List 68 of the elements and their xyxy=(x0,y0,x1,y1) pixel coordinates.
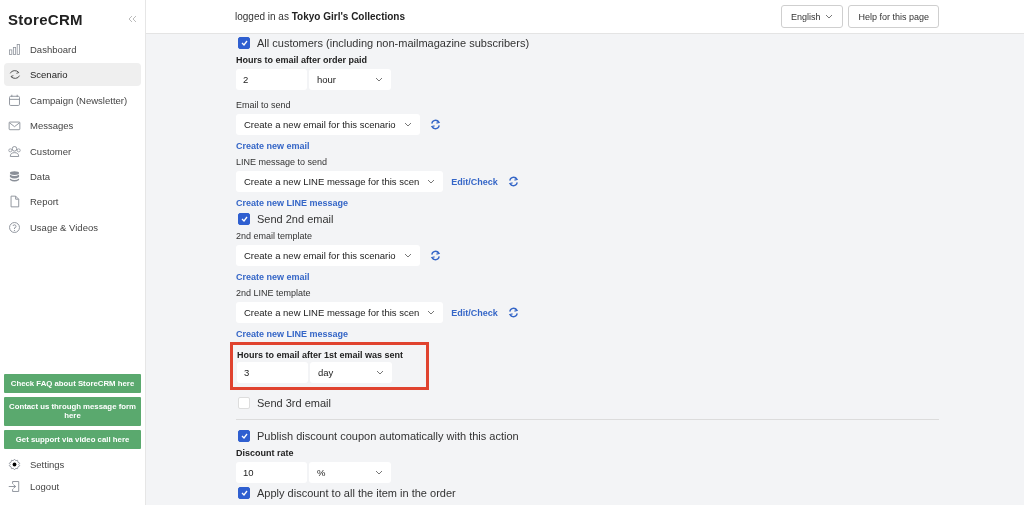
nav-icon xyxy=(8,144,21,158)
unit-select[interactable]: % xyxy=(309,462,391,483)
help-button[interactable]: Help for this page xyxy=(848,5,939,28)
nav-item[interactable]: Data xyxy=(4,164,141,188)
nav-item[interactable]: Campaign (Newsletter) xyxy=(4,88,141,112)
checkbox-label: All customers (including non-mailmagazine subscribers) xyxy=(257,37,530,49)
refresh-icon[interactable] xyxy=(507,307,519,318)
nav-icon xyxy=(8,119,21,133)
nav-icon xyxy=(8,93,21,107)
checkbox[interactable] xyxy=(238,37,250,49)
unit-select[interactable]: hour xyxy=(309,69,391,90)
create-link[interactable]: Create new email xyxy=(236,141,310,151)
edit-check-link[interactable]: Edit/Check xyxy=(451,176,498,187)
field-label: Discount rate xyxy=(236,447,295,460)
field-label: 2nd LINE template xyxy=(236,287,312,300)
chevron-icon xyxy=(404,122,412,127)
create-link[interactable]: Create new LINE message xyxy=(236,198,349,208)
field-label: 2nd email template xyxy=(236,230,314,243)
nav-icon xyxy=(8,169,21,183)
checkbox-label: Publish discount coupon automatically with this action xyxy=(257,430,519,442)
number-input[interactable]: 10 xyxy=(236,462,307,483)
template-select[interactable]: Create a new LINE message for this scen xyxy=(236,302,444,323)
nav-item[interactable]: Customer xyxy=(4,139,141,163)
nav-item[interactable]: Usage & Videos xyxy=(4,215,141,239)
template-select[interactable]: Create a new email for this scenario xyxy=(236,114,420,135)
nav-item[interactable]: Settings xyxy=(4,453,141,475)
chevron-icon xyxy=(376,370,384,375)
nav-item[interactable]: Messages xyxy=(4,114,141,138)
refresh-icon[interactable] xyxy=(430,250,441,261)
logo: StoreCRM xyxy=(8,10,83,28)
field-label: Email to send xyxy=(236,99,292,112)
nav-item[interactable]: Logout xyxy=(4,475,141,497)
chevron-icon xyxy=(825,14,834,19)
language-select[interactable]: English xyxy=(780,5,844,28)
chevron-icon xyxy=(375,470,383,475)
number-input[interactable]: 3 xyxy=(237,362,308,383)
nav-icon xyxy=(8,195,21,209)
checkbox[interactable] xyxy=(238,430,250,442)
refresh-icon[interactable] xyxy=(507,176,519,187)
checkbox[interactable] xyxy=(238,487,250,499)
chevron-icon xyxy=(427,179,436,184)
checkbox[interactable] xyxy=(238,213,250,225)
field-label: LINE message to send xyxy=(236,156,329,169)
chevron-icon xyxy=(427,310,436,315)
login-status: logged in as Tokyo Girl's Collections xyxy=(235,11,407,22)
create-link[interactable]: Create new email xyxy=(236,272,310,282)
field-label: Hours to email after order paid xyxy=(236,54,369,67)
checkbox-label: Send 2nd email xyxy=(257,213,334,225)
chevron-icon xyxy=(375,77,383,82)
edit-check-link[interactable]: Edit/Check xyxy=(451,307,498,318)
chevron-icon xyxy=(404,253,412,258)
nav-item[interactable]: Dashboard xyxy=(4,38,141,61)
refresh-icon[interactable] xyxy=(430,119,441,130)
nav-item[interactable]: Report xyxy=(4,190,141,214)
unit-select[interactable]: day xyxy=(310,362,392,383)
template-select[interactable]: Create a new email for this scenario xyxy=(236,245,420,266)
checkbox-label: Send 3rd email xyxy=(257,397,331,409)
field-label: Hours to email after 1st email was sent xyxy=(237,349,404,362)
nav-item[interactable]: Scenario xyxy=(4,63,141,87)
nav-icon xyxy=(8,220,21,234)
create-link[interactable]: Create new LINE message xyxy=(236,329,349,339)
gear-icon xyxy=(8,457,21,471)
nav-icon xyxy=(8,68,21,82)
checkbox-label: Apply discount to all the item in the order xyxy=(257,487,456,499)
number-input[interactable]: 2 xyxy=(236,69,307,90)
template-select[interactable]: Create a new LINE message for this scen xyxy=(236,171,444,192)
logout-icon xyxy=(8,479,21,493)
nav-icon xyxy=(8,43,21,56)
